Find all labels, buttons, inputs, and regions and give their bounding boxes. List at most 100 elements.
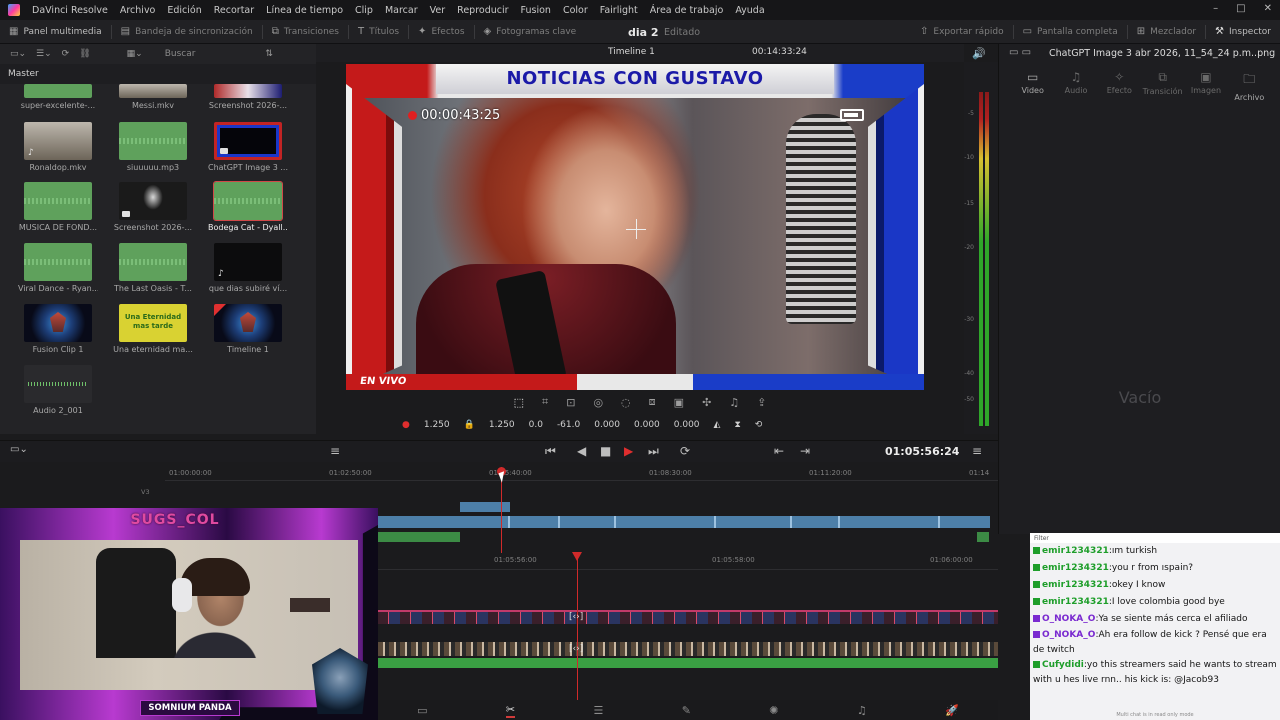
zoomed-audio-track[interactable] [378,658,998,668]
menu-ver[interactable]: Ver [424,5,452,16]
panel-toggle-icon[interactable]: ▭⌄ [10,49,26,59]
position-y-value[interactable]: -61.0 [557,420,580,430]
fullscreen-button[interactable]: ▭ Pantalla completa [1014,20,1127,44]
annotation-icon[interactable]: ▣ [674,396,684,409]
media-clip[interactable]: Una Eternidad mas tarde Una eternidad ma.… [113,304,193,354]
titles-button[interactable]: T Títulos [349,20,408,44]
menu-recortar[interactable]: Recortar [208,5,260,16]
inspector-button[interactable]: ⚒ Inspector [1206,20,1280,44]
media-clip[interactable]: ChatGPT Image 3 ... [208,122,288,172]
menu-icon[interactable]: ≡ [972,444,982,458]
color-page-icon[interactable]: ✺ [769,704,778,717]
grid-view-icon[interactable]: ▦⌄ [127,49,143,59]
loop-icon[interactable]: ⟳ [680,444,690,458]
audio-clip[interactable] [977,532,989,542]
pitch-value[interactable]: 0.000 [634,420,660,430]
media-clip[interactable]: ♪ Ronaldop.mkv [18,122,98,172]
timeline-selector[interactable]: Timeline 1 [608,47,655,57]
keyframes-button[interactable]: ◈ Fotogramas clave [475,20,586,44]
zoomed-playhead[interactable] [572,552,582,700]
fairlight-page-icon[interactable]: ♫ [857,704,867,717]
sync-icon[interactable]: ⟳ [62,49,70,59]
transitions-button[interactable]: ⧉ Transiciones [263,20,348,44]
media-pool-button[interactable]: ▦ Panel multimedia [0,20,111,44]
search-input[interactable]: Buscar [165,49,196,59]
play-reverse-icon[interactable]: ◀ [577,444,586,458]
edit-page-icon[interactable]: ☰ [593,704,603,717]
go-to-end-icon[interactable]: ⏭ [648,444,659,459]
link-icon[interactable]: ⛓ [79,49,90,59]
tab-video[interactable]: ▭ Video [1011,70,1054,102]
panel-toggle-icon[interactable]: ▭ ▭ [1009,47,1031,58]
fusion-overlay-icon[interactable]: ⧈ [649,395,656,409]
layout-icon[interactable]: ▭⌄ [10,444,28,455]
smart-reframe-icon[interactable]: ◌ [621,396,631,409]
media-clip[interactable]: ♪ que dias subiré ví... [208,243,288,293]
menu-linea-de-tiempo[interactable]: Línea de tiempo [260,5,349,16]
menu-color[interactable]: Color [557,5,594,16]
media-clip[interactable]: Screenshot 2026-... [113,182,193,232]
mask-icon[interactable]: ◎ [593,396,603,409]
menu-fusion[interactable]: Fusion [515,5,557,16]
timeline-clip[interactable] [460,502,510,512]
prev-edit-icon[interactable]: ⇤ [774,444,784,458]
transform-icon[interactable]: ⬚ [514,396,524,409]
next-edit-icon[interactable]: ⇥ [800,444,810,458]
menu-area-de-trabajo[interactable]: Área de trabajo [644,5,730,16]
tab-file[interactable]: 🗀 Archivo [1228,70,1271,102]
zoomed-video-thumbnails[interactable] [378,642,998,656]
effects-button[interactable]: ✦ Efectos [409,20,473,44]
audio-icon[interactable]: ♫ [729,396,739,409]
tab-transition[interactable]: ⧉ Transición [1141,70,1184,102]
dynamic-zoom-icon[interactable]: ⊡ [566,396,575,409]
flip-icon[interactable]: ◭ [714,420,721,430]
export-still-icon[interactable]: ⇪ [757,396,766,409]
media-clip[interactable]: Messi.mkv [113,84,193,110]
fusion-page-icon[interactable]: ✎ [682,704,691,717]
tab-audio[interactable]: ♫ Audio [1054,70,1097,102]
maximize-icon[interactable]: □ [1236,3,1245,14]
go-to-start-icon[interactable]: ⏮ [545,444,556,459]
tab-image[interactable]: ▣ Imagen [1184,70,1227,102]
link-lock-icon[interactable]: 🔒 [464,420,475,430]
menu-archivo[interactable]: Archivo [114,5,162,16]
media-clip[interactable]: Screenshot 2026-... [208,84,288,110]
media-clip[interactable]: Viral Dance - Ryan... [18,243,98,293]
video-track-clips[interactable] [378,516,990,528]
zoomed-ruler[interactable]: 01:05:56:00 01:05:58:00 01:06:00:00 [378,554,998,570]
minimize-icon[interactable]: – [1213,3,1218,14]
media-clip[interactable]: MUSICA DE FOND... [18,182,98,232]
sync-bin-button[interactable]: ▤ Bandeja de sincronización [112,20,262,44]
list-view-icon[interactable]: ☰⌄ [36,49,52,59]
cut-page-icon[interactable]: ✂ [505,703,516,718]
quick-export-button[interactable]: ⇧ Exportar rápido [911,20,1013,44]
menu-marcar[interactable]: Marcar [379,5,424,16]
menu-reproducir[interactable]: Reproducir [451,5,514,16]
media-clip[interactable]: Audio 2_001 [18,365,98,415]
close-icon[interactable]: ✕ [1264,3,1272,14]
media-clip[interactable]: super-excelente-... [18,84,98,110]
media-clip-selected[interactable]: Bodega Cat - Dyall... [208,181,288,232]
media-clip[interactable]: The Last Oasis - T... [113,243,193,293]
audio-clip[interactable] [378,532,460,542]
zoom-x-value[interactable]: 1.250 [424,420,450,430]
menu-fairlight[interactable]: Fairlight [594,5,644,16]
tab-effect[interactable]: ✧ Efecto [1098,70,1141,102]
position-x-value[interactable]: 0.0 [529,420,543,430]
deliver-page-icon[interactable]: 🚀 [945,704,959,717]
speaker-icon[interactable]: 🔊 [972,47,986,60]
media-clip[interactable]: Fusion Clip 1 [18,304,98,354]
timeline-options-icon[interactable]: ≡ [330,444,340,458]
video-viewer[interactable]: NOTICIAS CON GUSTAVO EN VIVO 00:00:43:25 [346,64,924,390]
bin-master[interactable]: Master [0,64,316,84]
reset-icon[interactable]: ⟲ [755,420,763,430]
zoomed-video-track[interactable] [378,610,998,624]
timeline-ruler[interactable]: 01:00:00:00 01:02:50:00 01:05:40:00 01:0… [165,467,998,481]
menu-clip[interactable]: Clip [349,5,379,16]
media-clip[interactable]: siuuuuu.mp3 [113,122,193,172]
yaw-value[interactable]: 0.000 [674,420,700,430]
media-clip[interactable]: Timeline 1 [208,304,288,354]
sort-icon[interactable]: ⇅ [265,49,273,59]
flip-vertical-icon[interactable]: ⧗ [734,420,740,430]
play-icon[interactable]: ▶ [624,444,633,458]
